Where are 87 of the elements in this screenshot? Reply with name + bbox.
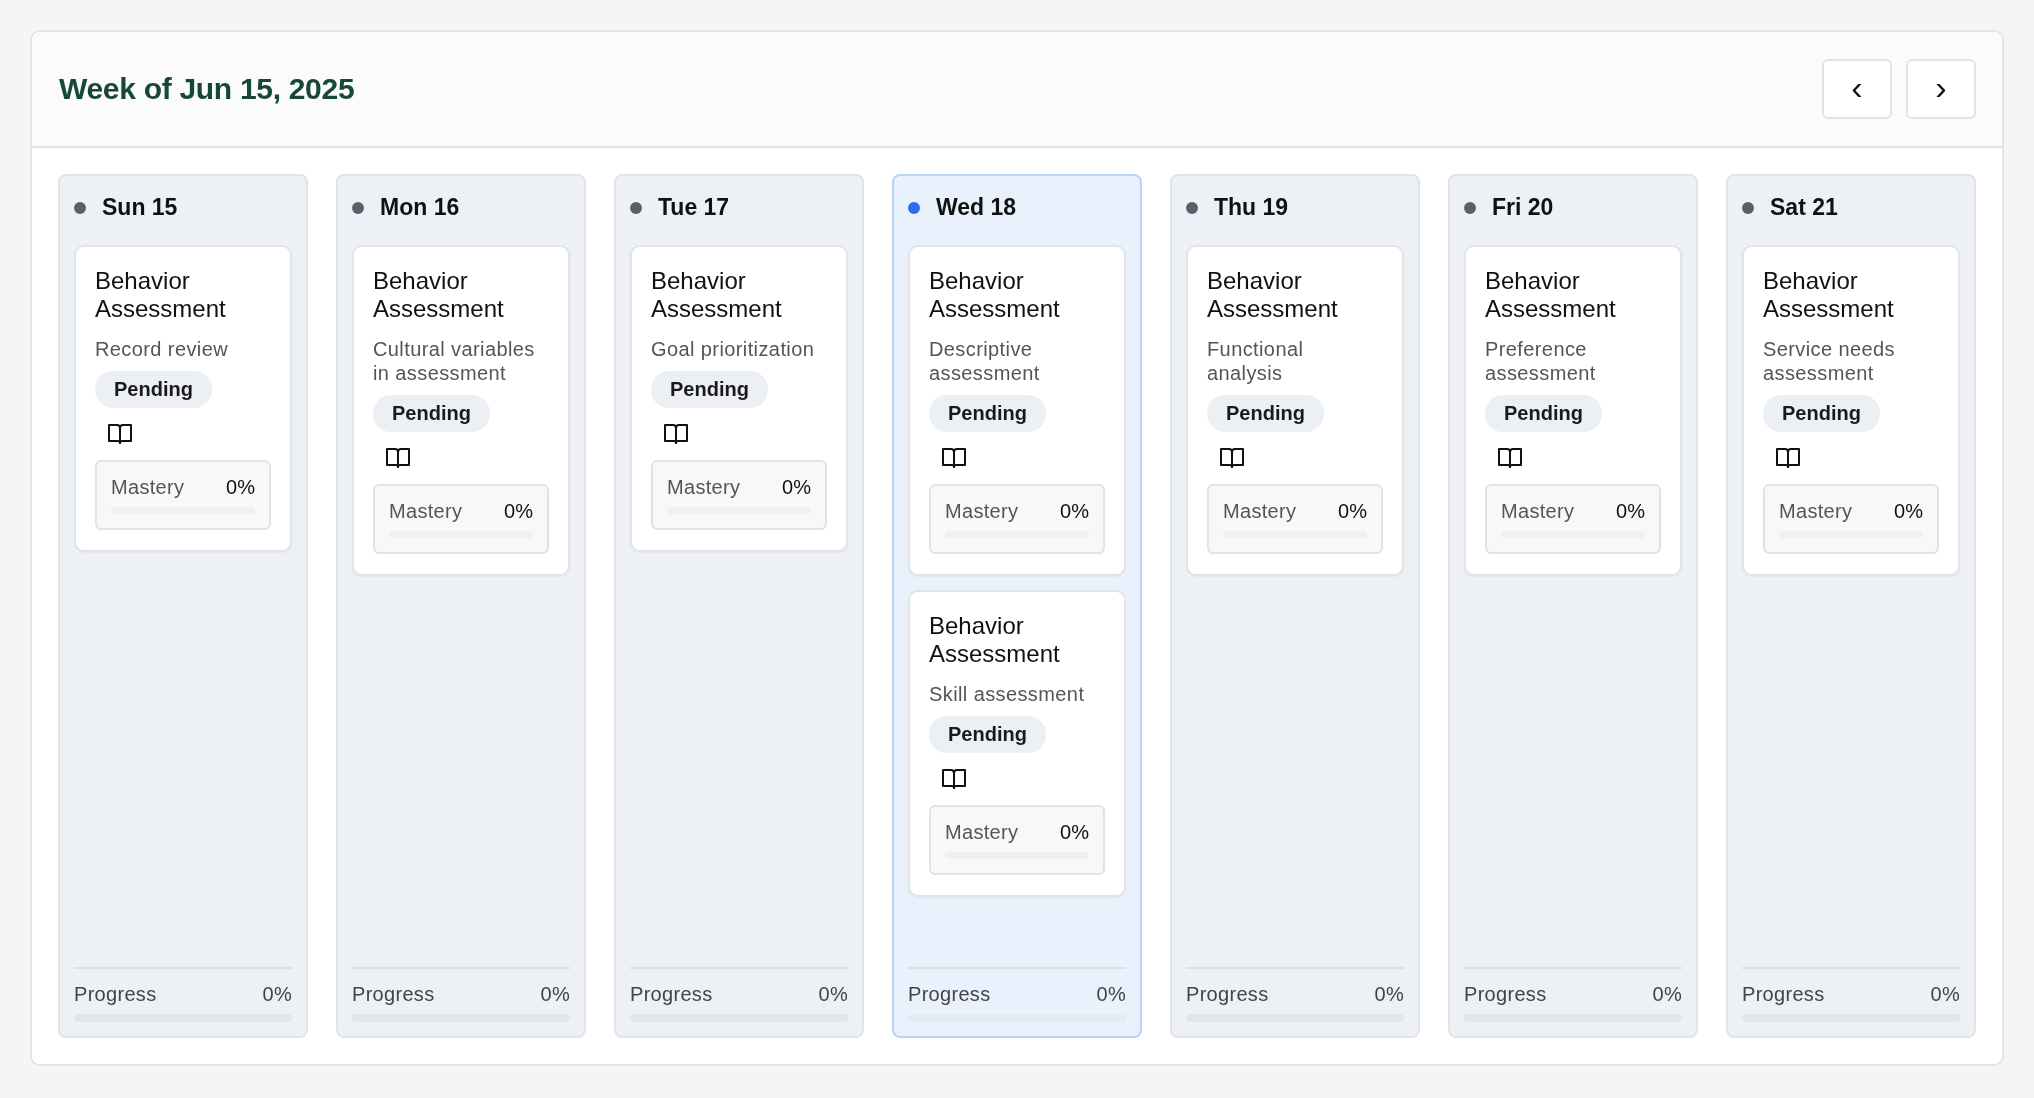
task-title: Behavior Assessment: [1763, 267, 1895, 323]
status-dot: [908, 201, 920, 214]
task-card[interactable]: Behavior Assessment Cultural variables in assessment Pending Mastery 0%: [352, 245, 570, 576]
status-badge: Pending: [651, 371, 768, 408]
mastery-value: 0%: [1338, 500, 1367, 523]
status-badge: Pending: [1485, 395, 1602, 432]
mastery-label: Mastery: [1223, 500, 1297, 523]
task-subtitle: Skill assessment: [929, 682, 1086, 706]
status-badge: Pending: [1763, 395, 1880, 432]
task-title: Behavior Assessment: [1485, 267, 1617, 323]
task-title: Behavior Assessment: [929, 612, 1061, 668]
day-label: Sat 21: [1770, 194, 1838, 221]
status-dot: [1742, 201, 1754, 214]
progress-label: Progress: [74, 983, 157, 1006]
book-icon: [941, 446, 967, 470]
mastery-value: 0%: [782, 476, 811, 499]
task-card[interactable]: Behavior Assessment Descriptive assessment Pending Mastery 0%: [908, 245, 1126, 576]
task-card[interactable]: Behavior Assessment Service needs assessment Pending Mastery 0%: [1742, 245, 1960, 576]
day-label: Mon 16: [380, 194, 460, 221]
status-dot: [1186, 201, 1198, 214]
task-subtitle: Functional analysis: [1207, 337, 1305, 385]
progress-label: Progress: [1186, 983, 1269, 1006]
mastery-value: 0%: [504, 500, 533, 523]
day-label: Tue 17: [658, 194, 730, 221]
previous-week-button[interactable]: ‹: [1822, 59, 1892, 119]
status-dot: [1464, 201, 1476, 214]
day-label: Fri 20: [1492, 194, 1554, 221]
task-subtitle: Record review: [95, 337, 230, 361]
progress-label: Progress: [352, 983, 435, 1006]
task-subtitle: Descriptive assessment: [929, 337, 1041, 385]
status-dot: [352, 201, 364, 214]
task-title: Behavior Assessment: [1207, 267, 1339, 323]
task-title: Behavior Assessment: [929, 267, 1061, 323]
progress-value: 0%: [1374, 983, 1404, 1006]
progress-value: 0%: [540, 983, 570, 1006]
book-icon: [1497, 446, 1523, 470]
mastery-label: Mastery: [111, 476, 185, 499]
progress-value: 0%: [262, 983, 292, 1006]
mastery-label: Mastery: [945, 500, 1019, 523]
task-subtitle: Service needs assessment: [1763, 337, 1896, 385]
task-title: Behavior Assessment: [651, 267, 783, 323]
task-card[interactable]: Behavior Assessment Preference assessment Pending Mastery 0%: [1464, 245, 1682, 576]
mastery-label: Mastery: [667, 476, 741, 499]
week-title: Week of Jun 15, 2025: [59, 72, 355, 106]
status-dot: [630, 201, 642, 214]
progress-label: Progress: [908, 983, 991, 1006]
mastery-label: Mastery: [1501, 500, 1575, 523]
progress-label: Progress: [1464, 983, 1547, 1006]
book-icon: [941, 767, 967, 791]
day-label: Thu 19: [1214, 194, 1289, 221]
task-card[interactable]: Behavior Assessment Goal prioritization Pending Mastery 0%: [630, 245, 848, 552]
mastery-label: Mastery: [945, 821, 1019, 844]
task-card[interactable]: Behavior Assessment Skill assessment Pending Mastery 0%: [908, 590, 1126, 897]
book-icon: [1775, 446, 1801, 470]
status-badge: Pending: [95, 371, 212, 408]
mastery-label: Mastery: [389, 500, 463, 523]
progress-label: Progress: [630, 983, 713, 1006]
task-subtitle: Goal prioritization: [651, 337, 816, 361]
mastery-value: 0%: [1060, 500, 1089, 523]
status-badge: Pending: [929, 716, 1046, 753]
progress-value: 0%: [818, 983, 848, 1006]
status-badge: Pending: [373, 395, 490, 432]
progress-label: Progress: [1742, 983, 1825, 1006]
mastery-value: 0%: [1060, 821, 1089, 844]
status-badge: Pending: [1207, 395, 1324, 432]
day-label: Wed 18: [936, 194, 1017, 221]
status-badge: Pending: [929, 395, 1046, 432]
mastery-label: Mastery: [1779, 500, 1853, 523]
task-card[interactable]: Behavior Assessment Record review Pending Mastery 0%: [74, 245, 292, 552]
book-icon: [385, 446, 411, 470]
day-label: Sun 15: [102, 194, 178, 221]
mastery-value: 0%: [1616, 500, 1645, 523]
task-title: Behavior Assessment: [373, 267, 505, 323]
progress-value: 0%: [1652, 983, 1682, 1006]
next-week-button[interactable]: ›: [1906, 59, 1976, 119]
progress-value: 0%: [1930, 983, 1960, 1006]
mastery-value: 0%: [226, 476, 255, 499]
task-title: Behavior Assessment: [95, 267, 227, 323]
task-subtitle: Cultural variables in assessment: [373, 337, 536, 385]
progress-value: 0%: [1096, 983, 1126, 1006]
status-dot: [74, 201, 86, 214]
mastery-value: 0%: [1894, 500, 1923, 523]
book-icon: [107, 422, 133, 446]
task-subtitle: Preference assessment: [1485, 337, 1597, 385]
book-icon: [1219, 446, 1245, 470]
task-card[interactable]: Behavior Assessment Functional analysis Pending Mastery 0%: [1186, 245, 1404, 576]
book-icon: [663, 422, 689, 446]
